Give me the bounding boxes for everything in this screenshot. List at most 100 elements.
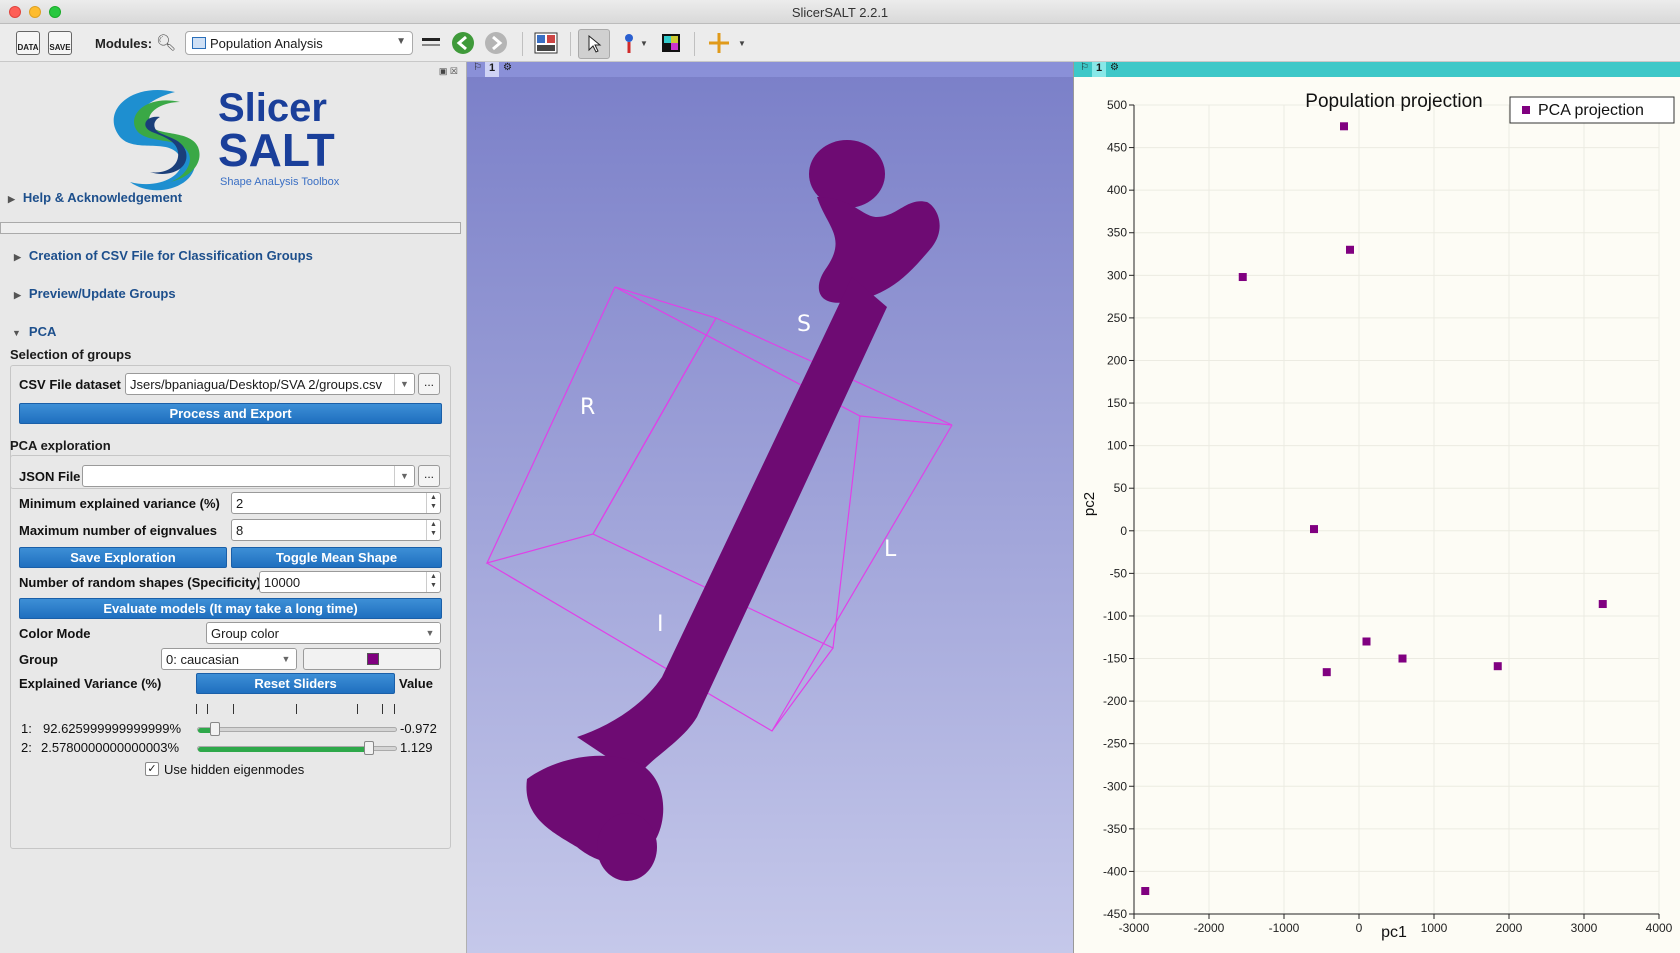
group-combobox[interactable]: 0: caucasian ▼ xyxy=(161,648,297,670)
help-section-label: Help & Acknowledgement xyxy=(22,190,183,205)
hidden-eigenmodes-checkbox[interactable]: ✓ xyxy=(145,762,159,776)
place-point-button[interactable] xyxy=(622,29,636,57)
layout-button[interactable] xyxy=(534,29,558,57)
y-tick-label: 250 xyxy=(1107,311,1127,325)
data-button[interactable]: DATA xyxy=(16,29,40,57)
csv-file-combobox[interactable]: Jsers/bpaniagua/Desktop/SVA 2/groups.csv… xyxy=(125,373,415,395)
cursor-arrow-icon xyxy=(588,35,602,53)
pin-icon xyxy=(625,34,633,53)
layout-icon xyxy=(534,32,558,54)
help-section-header[interactable]: ▶ Help & Acknowledgement xyxy=(8,190,182,205)
three-d-view[interactable]: ⚐ 1 ⚙ S R L I xyxy=(467,62,1073,953)
module-list-button[interactable] xyxy=(420,29,442,57)
help-divider xyxy=(0,222,461,234)
y-tick-label: -350 xyxy=(1103,822,1127,836)
json-browse-button[interactable]: ... xyxy=(418,465,440,487)
spin-arrows-icon[interactable]: ▲ ▼ xyxy=(426,572,440,592)
crosshair-dropdown[interactable]: ▼ xyxy=(738,29,746,57)
csv-browse-button[interactable]: ... xyxy=(418,373,440,395)
slicersalt-logo: Slicer SALT Shape AnaLysis Toolbox xyxy=(100,82,370,202)
y-tick-label: -50 xyxy=(1110,566,1128,580)
slider-1-handle[interactable] xyxy=(210,722,220,736)
group-color-button[interactable] xyxy=(303,648,441,670)
chart-view[interactable]: ⚐ 1 ⚙ 500 450 400 350 300 250 200 150 100 50 0 -50-… xyxy=(1073,62,1680,953)
group-label: Group xyxy=(19,652,58,667)
expand-arrow-icon: ▶ xyxy=(14,290,21,300)
save-exploration-button[interactable]: Save Exploration xyxy=(19,547,227,568)
view-settings-icon[interactable]: ⚙ xyxy=(503,62,512,73)
select-mode-button[interactable] xyxy=(578,29,610,59)
y-tick-label: -100 xyxy=(1103,609,1127,623)
y-tick-label: 350 xyxy=(1107,226,1127,240)
random-shapes-value: 10000 xyxy=(264,575,301,590)
random-shapes-spinbox[interactable]: 10000 ▲ ▼ xyxy=(259,571,441,593)
pin-icon[interactable]: ⚐ xyxy=(1080,62,1089,73)
three-d-view-controller-bar[interactable]: ⚐ 1 ⚙ xyxy=(467,62,1073,77)
y-tick-label: 400 xyxy=(1107,183,1127,197)
max-eigenvalues-spinbox[interactable]: 8 ▲ ▼ xyxy=(231,519,441,541)
legend-marker xyxy=(1522,106,1530,114)
y-tick-label: -450 xyxy=(1103,907,1127,921)
window-level-button[interactable] xyxy=(660,29,682,57)
x-tick-label: -3000 xyxy=(1119,921,1150,935)
chart-view-controller-bar[interactable]: ⚐ 1 ⚙ xyxy=(1074,62,1680,77)
save-button[interactable]: SAVE xyxy=(48,29,72,57)
module-icon xyxy=(192,37,206,49)
slider-1-index: 1: xyxy=(21,721,32,736)
x-tick-label: 0 xyxy=(1356,921,1363,935)
pin-icon[interactable]: ⚐ xyxy=(473,62,482,73)
value-column-label: Value xyxy=(399,676,433,691)
forward-button[interactable] xyxy=(484,29,508,57)
data-point xyxy=(1322,668,1331,677)
chevron-down-icon: ▼ xyxy=(276,649,296,669)
min-variance-spinbox[interactable]: 2 ▲ ▼ xyxy=(231,492,441,514)
group-value: 0: caucasian xyxy=(166,652,239,667)
crosshair-button[interactable] xyxy=(708,29,730,57)
chevron-down-icon: ▼ xyxy=(394,374,414,394)
data-icon: DATA xyxy=(16,31,40,55)
chevron-down-icon: ▼ xyxy=(394,466,414,486)
chevron-down-icon: ▼ xyxy=(396,36,406,47)
chart-grid xyxy=(1133,104,1660,915)
chart-legend: PCA projection xyxy=(1509,96,1675,124)
three-d-scene xyxy=(485,140,953,881)
place-mode-dropdown[interactable]: ▼ xyxy=(640,29,648,57)
color-mode-value: Group color xyxy=(211,626,279,641)
json-file-combobox[interactable]: ▼ xyxy=(82,465,415,487)
csv-file-label: CSV File dataset xyxy=(19,377,121,392)
x-axis-label: pc1 xyxy=(1381,924,1407,941)
color-mode-combobox[interactable]: Group color ▼ xyxy=(206,622,441,644)
module-search-icon[interactable]: 🔍︎ xyxy=(156,29,176,57)
scatter-chart: 500450400350300250200150100500-50-100-15… xyxy=(1081,91,1675,941)
back-button[interactable] xyxy=(451,29,475,57)
y-tick-label: -400 xyxy=(1103,864,1127,878)
csv-creation-section-header[interactable]: ▶ Creation of CSV File for Classification… xyxy=(14,248,313,263)
dock-buttons[interactable]: ▣ ☒ xyxy=(439,66,458,77)
spin-arrows-icon[interactable]: ▲ ▼ xyxy=(426,520,440,540)
data-point xyxy=(1310,525,1318,534)
logo-line2: SALT xyxy=(218,124,335,176)
spin-arrows-icon[interactable]: ▲ ▼ xyxy=(426,493,440,513)
toggle-mean-shape-button[interactable]: Toggle Mean Shape xyxy=(231,547,442,568)
pca-section-header[interactable]: ▼ PCA xyxy=(12,324,56,339)
min-variance-value: 2 xyxy=(236,496,244,511)
max-eigenvalues-value: 8 xyxy=(236,523,244,538)
evaluate-models-button[interactable]: Evaluate models (It may take a long time… xyxy=(19,598,442,619)
x-tick-label: 4000 xyxy=(1646,921,1673,935)
slider-2-handle[interactable] xyxy=(364,741,374,755)
csv-file-value: Jsers/bpaniagua/Desktop/SVA 2/groups.csv xyxy=(130,377,382,392)
data-point xyxy=(1141,887,1150,896)
y-tick-label: -150 xyxy=(1103,652,1127,666)
module-selector[interactable]: Population Analysis ▼ xyxy=(185,31,413,55)
y-tick-label: 100 xyxy=(1107,439,1127,453)
crosshair-icon xyxy=(709,33,729,53)
slider-1-variance: 92.625999999999999% xyxy=(43,721,182,736)
preview-section-header[interactable]: ▶ Preview/Update Groups xyxy=(14,286,176,301)
data-point xyxy=(1340,122,1348,131)
reset-sliders-button[interactable]: Reset Sliders xyxy=(196,673,395,694)
slider-2-value: 1.129 xyxy=(400,740,433,755)
slider-1-track[interactable] xyxy=(197,727,397,732)
view-settings-icon[interactable]: ⚙ xyxy=(1110,62,1119,73)
process-export-button[interactable]: Process and Export xyxy=(19,403,442,424)
data-point xyxy=(1398,654,1407,663)
